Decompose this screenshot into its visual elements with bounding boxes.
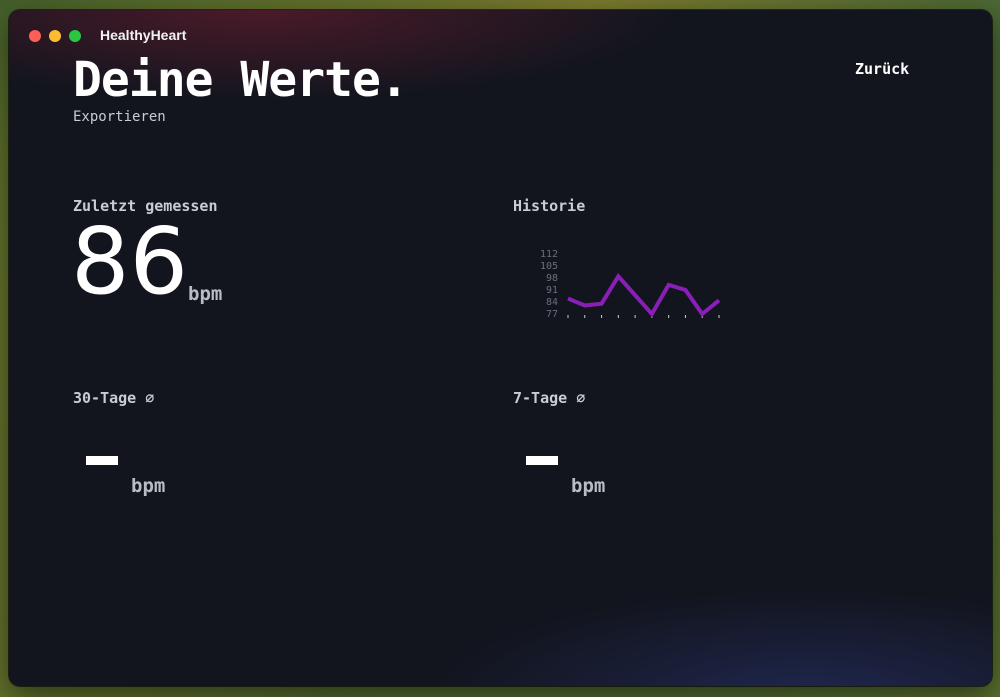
avg30-label: 30-Tage ⌀ [73,389,155,407]
avg7-unit: bpm [571,475,606,497]
history-series-line [567,272,721,318]
history-chart: 11210598918477 [540,249,721,318]
y-tick-label: 77 [546,309,558,318]
avg30-unit: bpm [131,475,166,497]
minimize-window-button[interactable] [49,30,61,42]
history-label: Historie [513,197,586,215]
avg30-value-placeholder [86,456,118,465]
y-tick-label: 112 [540,249,558,260]
page-title: Deine Werte. [73,52,409,108]
zoom-window-button[interactable] [69,30,81,42]
window-title: HealthyHeart [100,27,187,43]
latest-value: 86 [71,208,189,315]
y-tick-label: 98 [546,273,558,284]
y-tick-label: 91 [546,285,558,296]
close-window-button[interactable] [29,30,41,42]
app-window: HealthyHeart Deine Werte. Exportieren Zu… [9,10,992,686]
back-button[interactable]: Zurück [855,60,909,78]
y-tick-label: 105 [540,261,558,272]
title-bar: HealthyHeart [9,10,992,44]
y-tick-label: 84 [546,297,558,308]
avg7-value-placeholder [526,456,558,465]
export-button[interactable]: Exportieren [73,109,166,125]
avg7-label: 7-Tage ⌀ [513,389,586,407]
latest-unit: bpm [188,283,223,305]
